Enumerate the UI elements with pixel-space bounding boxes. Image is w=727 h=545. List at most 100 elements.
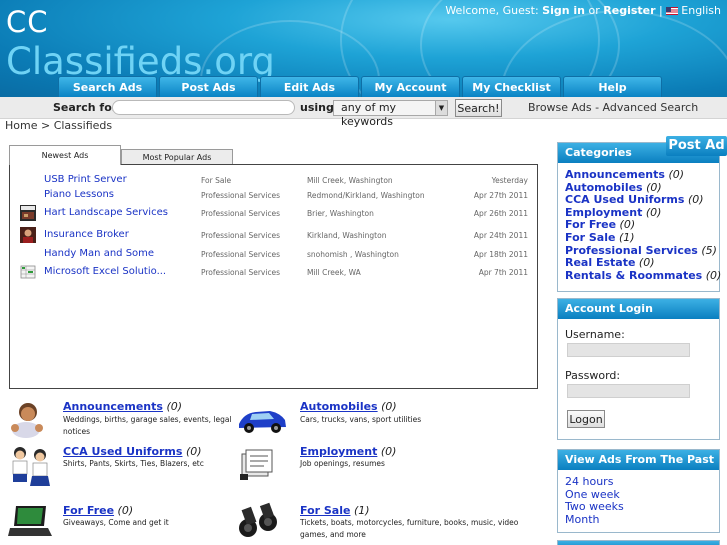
list-item[interactable]: Insurance Broker Professional Services K… [10,227,537,243]
sidebar-category-count: (0) [645,205,662,219]
sidebar-category-count: (0) [619,218,636,232]
keyword-mode-select[interactable]: any of my keywords ▼ [333,100,448,128]
ad-title[interactable]: USB Print Server [44,174,127,185]
tab-search-ads[interactable]: Search Ads [58,76,157,97]
category-count: (0) [380,445,397,458]
spreadsheet-thumbnail[interactable] [20,264,36,280]
sidebar-category-name[interactable]: Real Estate [565,256,635,269]
category-name[interactable]: CCA Used Uniforms [63,445,182,458]
binoculars-icon[interactable] [236,502,286,544]
baby-icon[interactable] [6,398,56,440]
sidebar-category-name[interactable]: Rentals & Roommates [565,269,702,282]
category-name[interactable]: For Free [63,504,114,517]
language-link[interactable]: English [681,4,721,17]
post-ad-button[interactable]: Post Ad [666,136,727,156]
logon-button[interactable]: Logon [567,410,605,428]
sidebar-category-count: (0) [668,168,685,181]
account-login-panel: Account Login Username: Password: Logon [557,298,720,440]
past-link-24-hours[interactable]: 24 hours [558,475,719,489]
ad-title[interactable]: Piano Lessons [44,189,114,200]
account-login-title: Account Login [558,299,719,319]
category-count: (0) [117,504,134,517]
ad-category: Professional Services [201,191,281,200]
ad-location: Mill Creek, WA [307,268,361,277]
ad-category: For Sale [201,176,232,185]
separator: | [659,4,663,17]
keyword-mode-value: any of my keywords [341,101,397,128]
person-thumbnail[interactable] [20,227,36,243]
uniform-icon[interactable] [6,444,56,486]
laptop-icon[interactable] [8,502,58,544]
list-item[interactable]: Handy Man and Some Professional Services… [10,246,537,262]
ad-title[interactable]: Hart Landscape Services [44,207,168,218]
tab-help[interactable]: Help [563,76,662,97]
ad-title[interactable]: Insurance Broker [44,229,129,240]
category-name[interactable]: Automobiles [300,400,378,413]
sidebar-category-name[interactable]: For Free [565,218,616,232]
register-link[interactable]: Register [603,4,655,17]
sidebar-category-name[interactable]: For Sale [565,231,615,244]
browse-advanced-link[interactable]: Browse Ads - Advanced Search [528,101,698,114]
sidebar-category-count: (0) [638,256,655,270]
tab-edit-ads[interactable]: Edit Ads [260,76,359,97]
tab-post-ads[interactable]: Post Ads [159,76,258,97]
ad-title[interactable]: Microsoft Excel Solutio... [44,266,166,277]
using-label: using [300,101,334,114]
sidebar-category[interactable]: Rentals & Roommates (0) [558,268,722,283]
tab-my-checklist[interactable]: My Checklist [462,76,561,97]
logo-text-top[interactable]: CC [6,5,49,39]
sidebar-category-name[interactable]: Professional Services [565,244,698,257]
sidebar-category-name[interactable]: Employment [565,206,642,219]
next-panel-head [558,541,719,545]
ad-location: Brier, Washington [307,209,374,218]
welcome-text: Welcome, Guest: [445,4,539,17]
ad-date: Apr 7th 2011 [478,268,528,277]
sign-in-link[interactable]: Sign in [542,4,585,17]
ad-date: Apr 18th 2011 [473,250,528,259]
category-cca-used-uniforms[interactable]: CCA Used Uniforms (0) [63,445,202,458]
ad-date: Apr 27th 2011 [473,191,528,200]
ads-list: USB Print Server For Sale Mill Creek, Wa… [9,164,538,389]
sidebar-category-count: (0) [705,268,722,282]
list-item[interactable]: USB Print Server For Sale Mill Creek, Wa… [10,172,537,188]
past-link-month[interactable]: Month [558,513,719,527]
tab-newest-ads[interactable]: Newest Ads [9,145,121,165]
ad-category: Professional Services [201,268,281,277]
category-for-sale[interactable]: For Sale (1) [300,504,370,517]
category-name[interactable]: Employment [300,445,377,458]
list-item[interactable]: Hart Landscape Services Professional Ser… [10,205,537,221]
category-count: (0) [381,400,397,413]
list-item[interactable]: Microsoft Excel Solutio... Professional … [10,264,537,280]
sidebar-category-count: (0) [646,180,662,194]
view-ads-past-panel: View Ads From The Past 24 hours One week… [557,449,720,533]
password-field[interactable] [567,384,690,398]
list-item[interactable]: Piano Lessons Professional Services Redm… [10,187,537,203]
landscape-thumbnail[interactable] [20,205,36,221]
category-description: Cars, trucks, vans, sport utilities [300,415,422,424]
ad-title[interactable]: Handy Man and Some [44,248,154,259]
category-automobiles[interactable]: Automobiles (0) [300,400,397,413]
tab-most-popular-ads[interactable]: Most Popular Ads [121,149,233,165]
sidebar-category-count: (1) [618,230,635,244]
sidebar-category-name[interactable]: Announcements [565,168,665,181]
search-input[interactable] [112,100,295,115]
category-employment[interactable]: Employment (0) [300,445,396,458]
tab-my-account[interactable]: My Account [361,76,460,97]
category-count: (1) [353,504,370,517]
employment-icon[interactable] [238,444,288,486]
car-icon[interactable] [236,400,286,442]
search-label: Search for [53,101,118,114]
page: CC Classifieds.org Welcome, Guest: Sign … [0,0,727,545]
category-name[interactable]: Announcements [63,400,163,413]
category-for-free[interactable]: For Free (0) [63,504,133,517]
search-button[interactable]: Search! [455,99,502,117]
breadcrumb[interactable]: Home > Classifieds [5,119,112,132]
sidebar-category-name[interactable]: Automobiles [565,181,643,194]
password-label: Password: [565,369,621,382]
ad-location: snohomish , Washington [307,250,399,259]
username-field[interactable] [567,343,690,357]
category-announcements[interactable]: Announcements (0) [63,400,182,413]
sidebar-category-name[interactable]: CCA Used Uniforms [565,193,684,206]
category-name[interactable]: For Sale [300,504,350,517]
next-panel [557,540,720,545]
